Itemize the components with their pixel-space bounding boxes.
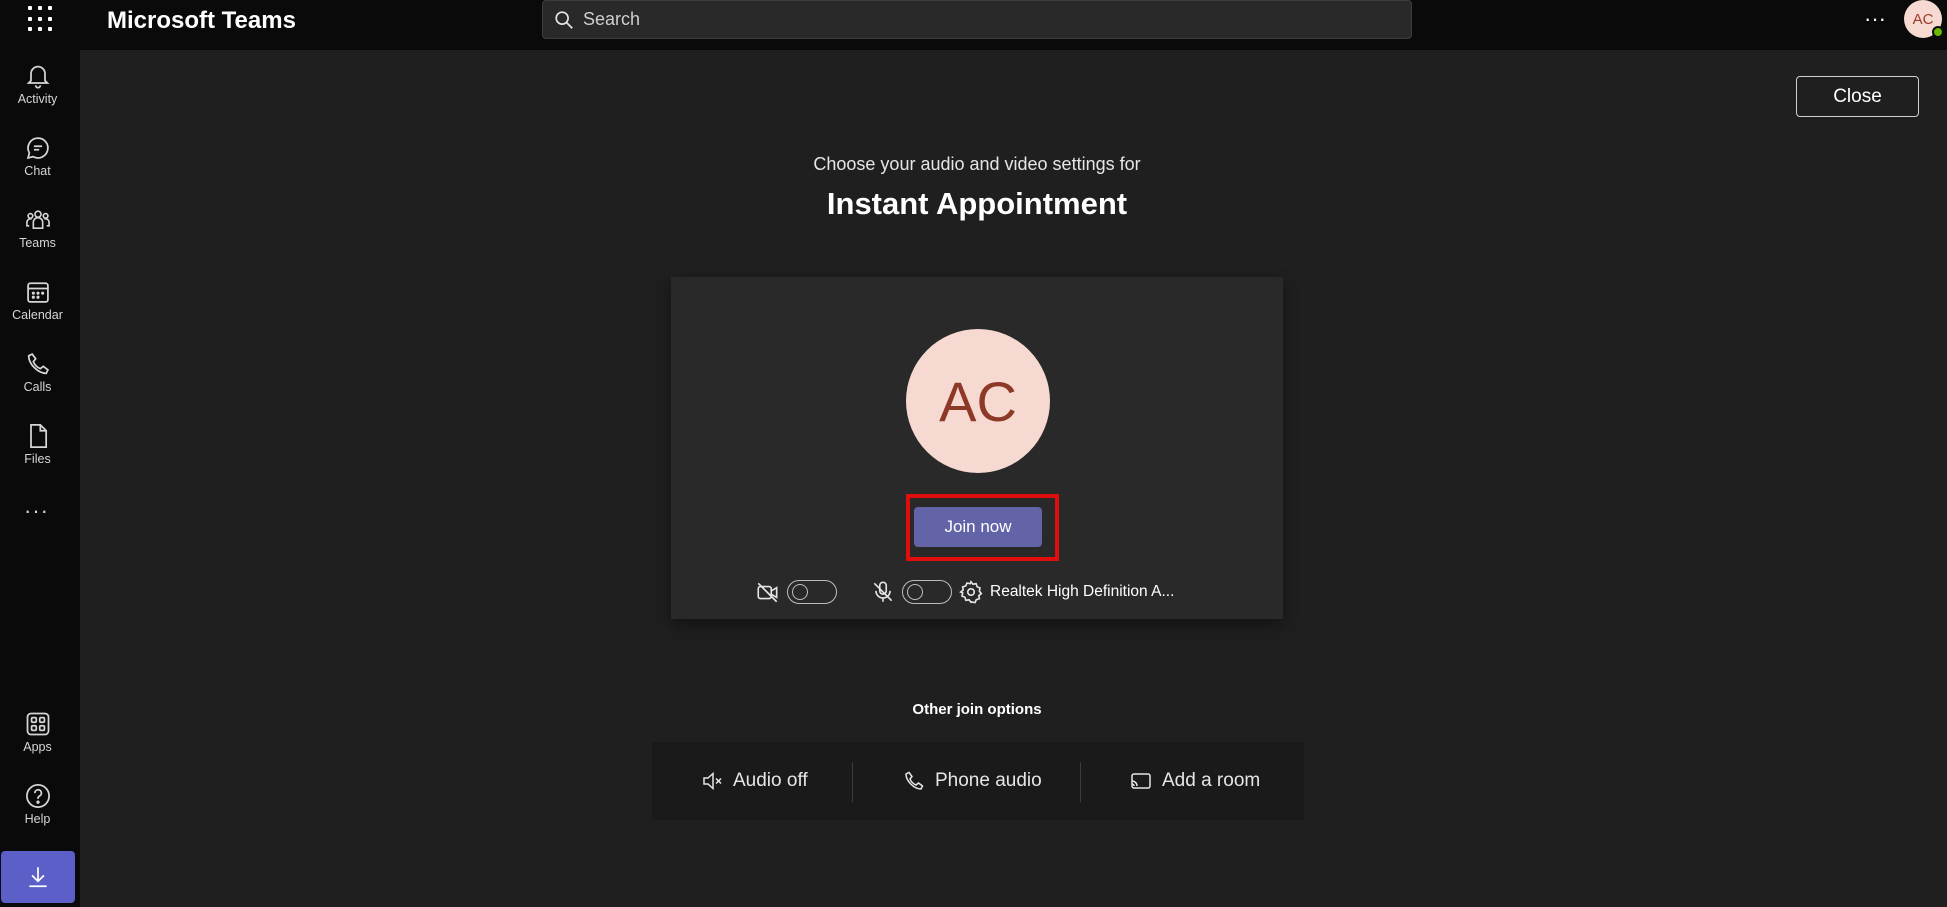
more-apps-icon[interactable]: ··· [24, 498, 49, 524]
rail-item-apps[interactable]: Apps [0, 710, 75, 774]
app-launcher-icon[interactable] [20, 0, 56, 38]
option-label: Add a room [1162, 770, 1261, 791]
rail-item-label: Help [24, 812, 51, 826]
cast-icon [1131, 773, 1151, 789]
option-label: Phone audio [935, 770, 1042, 791]
gear-icon[interactable] [958, 579, 984, 605]
search-input[interactable] [583, 9, 1363, 30]
search-box[interactable] [542, 0, 1412, 39]
app-bar: Activity Chat Teams Calendar Calls Files… [0, 50, 80, 907]
rail-item-label: Activity [17, 92, 58, 106]
rail-item-calls[interactable]: Calls [0, 350, 75, 414]
rail-item-files[interactable]: Files [0, 422, 75, 486]
rail-item-label: Calendar [12, 308, 63, 322]
phone-icon [27, 352, 49, 375]
join-now-button[interactable]: Join now [914, 507, 1042, 547]
camera-off-icon [757, 582, 778, 603]
more-options-icon[interactable]: ··· [1860, 6, 1890, 32]
phone-icon [905, 771, 924, 790]
video-preview-panel: AC Join now Realtek High Definition A... [671, 277, 1283, 619]
option-label: Audio off [733, 770, 808, 791]
mic-off-icon [873, 581, 893, 602]
prejoin-subtitle: Choose your audio and video settings for [813, 154, 1141, 174]
file-icon [29, 424, 47, 448]
top-bar: Microsoft Teams ··· AC [0, 0, 1947, 50]
rail-item-help[interactable]: Help [0, 782, 75, 846]
rail-item-label: Apps [23, 740, 52, 754]
rail-item-activity[interactable]: Activity [0, 62, 75, 126]
rail-item-label: Files [24, 452, 51, 466]
phone-audio-option[interactable]: Phone audio [902, 742, 1042, 820]
help-icon [25, 784, 50, 808]
mic-toggle[interactable] [902, 580, 952, 604]
audio-off-option[interactable]: Audio off [700, 742, 808, 820]
app-title: Microsoft Teams [107, 7, 296, 34]
avatar-initials: AC [939, 369, 1017, 433]
rail-item-calendar[interactable]: Calendar [0, 278, 75, 342]
rail-item-label: Calls [23, 380, 52, 394]
add-room-option[interactable]: Add a room [1129, 742, 1260, 820]
divider [852, 762, 853, 802]
presence-available-icon [1932, 26, 1944, 38]
audio-device-selector[interactable]: Realtek High Definition A... [990, 583, 1174, 601]
search-icon [555, 10, 573, 29]
close-button[interactable]: Close [1796, 76, 1919, 117]
other-join-options-heading: Other join options [912, 701, 1042, 718]
download-app-button[interactable] [1, 851, 75, 903]
divider [1080, 762, 1081, 802]
user-initials: AC [1912, 10, 1934, 28]
camera-toggle[interactable] [787, 580, 837, 604]
device-controls: Realtek High Definition A... [755, 577, 1235, 607]
download-icon [29, 867, 47, 888]
rail-item-label: Teams [19, 236, 56, 250]
meeting-title: Instant Appointment [826, 186, 1128, 221]
speaker-off-icon [703, 771, 722, 791]
bell-icon [26, 65, 49, 89]
user-avatar[interactable]: AC [1904, 0, 1944, 38]
other-join-options: Audio off Phone audio Add a room [652, 742, 1304, 820]
avatar: AC [906, 329, 1050, 473]
calendar-icon [26, 282, 49, 303]
